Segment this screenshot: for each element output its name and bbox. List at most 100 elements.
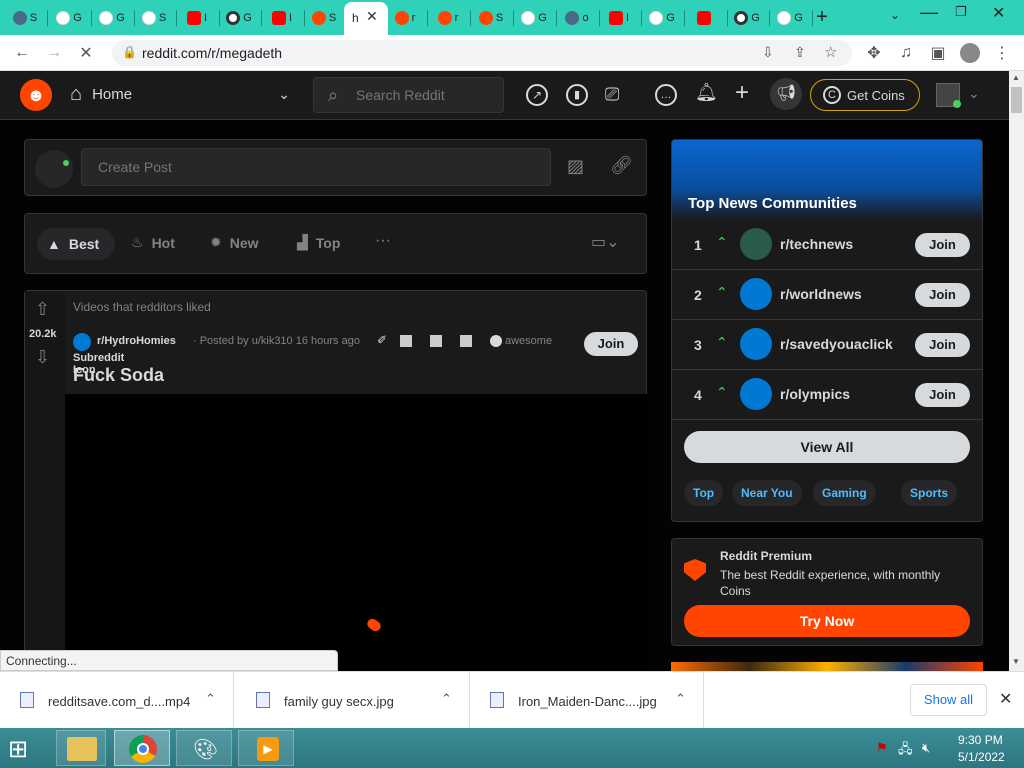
join-button[interactable]: Join (584, 332, 638, 356)
search-box[interactable]: ⌕ (313, 77, 504, 113)
image-upload-icon[interactable]: ▨ (567, 156, 584, 177)
browser-tab[interactable]: S (137, 5, 171, 31)
restore-window-button[interactable]: ❐ (955, 4, 967, 20)
download-item[interactable]: family guy secx.jpg ⌃ (236, 672, 470, 729)
forward-arrow-icon[interactable]: → (42, 41, 66, 65)
chevron-up-icon[interactable]: ⌃ (205, 691, 216, 707)
browser-tab[interactable]: G (645, 5, 679, 31)
community-row[interactable]: 2 ⌃ r/worldnews Join (672, 270, 982, 320)
community-row[interactable]: 4 ⌃ r/olympics Join (672, 370, 982, 420)
tab-search-chevron-icon[interactable]: ⌄ (890, 8, 900, 22)
page-scrollbar[interactable]: ▲ ▼ (1009, 71, 1024, 671)
chrome-menu-icon[interactable]: ⋮ (990, 41, 1014, 65)
post-title[interactable]: Fuck Soda (73, 365, 164, 386)
community-join-button[interactable]: Join (915, 333, 970, 357)
scroll-up-arrow-icon[interactable]: ▲ (1012, 73, 1020, 82)
sort-hot-tab[interactable]: ♨ Hot (131, 234, 175, 251)
view-all-button[interactable]: View All (684, 431, 970, 463)
media-player-taskbar-icon[interactable]: ▶ (238, 730, 294, 766)
reddit-live-icon[interactable]: ⎚ (605, 84, 619, 105)
browser-tab[interactable]: I (602, 5, 636, 31)
more-options-icon[interactable]: ··· (375, 232, 391, 250)
award-icon[interactable]: ✐ (377, 333, 387, 347)
share-icon[interactable]: ⇪ (794, 44, 806, 61)
side-panel-icon[interactable]: ▣ (926, 41, 950, 65)
install-app-icon[interactable]: ⇩ (762, 44, 774, 61)
user-menu-chevron-icon[interactable]: ⌄ (968, 85, 980, 102)
community-name[interactable]: r/technews (780, 236, 853, 252)
community-join-button[interactable]: Join (915, 233, 970, 257)
new-tab-button[interactable]: + (810, 5, 834, 29)
user-avatar[interactable] (936, 83, 961, 108)
media-control-icon[interactable]: ♫ (894, 41, 918, 65)
minimize-window-button[interactable]: — (920, 2, 938, 23)
browser-tab[interactable]: S (474, 5, 508, 31)
browser-tab[interactable]: G (52, 5, 86, 31)
scroll-down-arrow-icon[interactable]: ▼ (1012, 657, 1020, 666)
reddit-logo-icon[interactable]: ☻ (20, 79, 52, 111)
close-window-button[interactable]: ✕ (992, 3, 1005, 23)
link-icon[interactable]: 🔗︎ (610, 155, 633, 176)
community-name[interactable]: r/savedyouaclick (780, 336, 893, 352)
community-row[interactable]: 3 ⌃ r/savedyouaclick Join (672, 320, 982, 370)
close-tab-icon[interactable]: ✕ (366, 8, 378, 25)
clock-date[interactable]: 5/1/2022 (958, 750, 1005, 764)
browser-tab[interactable]: G (773, 5, 807, 31)
browser-tab[interactable]: r (431, 5, 465, 31)
try-now-button[interactable]: Try Now (684, 605, 970, 637)
all-stats-icon[interactable]: ▮ (566, 84, 588, 106)
home-dropdown[interactable]: ⌂ Home ⌄ (70, 83, 290, 106)
create-post-plus-icon[interactable]: + (735, 79, 749, 107)
layout-view-icon[interactable]: ▭⌄ (591, 232, 620, 252)
category-chip[interactable]: Top (684, 480, 724, 506)
subreddit-icon[interactable] (73, 333, 91, 351)
community-name[interactable]: r/olympics (780, 386, 850, 402)
search-input[interactable] (356, 85, 496, 105)
browser-tab[interactable]: G (222, 5, 256, 31)
community-join-button[interactable]: Join (915, 283, 970, 307)
back-arrow-icon[interactable]: ← (10, 41, 34, 65)
show-all-downloads-button[interactable]: Show all (910, 684, 987, 716)
close-downloads-bar-icon[interactable]: ✕ (999, 689, 1012, 709)
network-icon[interactable]: 🖧︎ (898, 740, 913, 762)
sort-best-tab[interactable]: ▲ Best (37, 228, 115, 260)
browser-tab[interactable]: G (95, 5, 129, 31)
post-meta[interactable]: · Posted by u/kik310 16 hours ago (193, 335, 360, 347)
stop-loading-icon[interactable]: ✕ (74, 41, 98, 65)
community-name[interactable]: r/worldnews (780, 286, 862, 302)
address-bar[interactable]: 🔒 reddit.com/r/megadeth ⇩ ⇪ ☆ (112, 40, 852, 66)
upvote-arrow-icon[interactable]: ⇧ (35, 299, 50, 320)
category-chip[interactable]: Gaming (813, 480, 876, 506)
file-explorer-icon[interactable] (56, 730, 106, 766)
downvote-arrow-icon[interactable]: ⇩ (35, 347, 50, 368)
browser-tab[interactable]: S (8, 5, 42, 31)
browser-tab[interactable]: r (388, 5, 422, 31)
browser-tab[interactable]: G (517, 5, 551, 31)
download-item[interactable]: Iron_Maiden-Danc....jpg ⌃ (470, 672, 704, 729)
browser-tab[interactable]: o (560, 5, 594, 31)
get-coins-button[interactable]: C Get Coins (810, 79, 920, 111)
download-item[interactable]: redditsave.com_d....mp4 ⌃ (0, 672, 234, 729)
active-tab[interactable]: h ✕ (344, 2, 388, 35)
advertise-megaphone-icon[interactable]: 📢︎ (770, 78, 802, 110)
community-row[interactable]: 1 ⌃ r/technews Join (672, 220, 982, 270)
clock-time[interactable]: 9:30 PM (958, 733, 1003, 747)
profile-avatar-icon[interactable] (960, 43, 980, 63)
sort-new-tab[interactable]: ✹ New (210, 234, 259, 251)
windows-start-icon[interactable]: ⊞ (8, 735, 28, 764)
extensions-puzzle-icon[interactable]: ✥ (862, 41, 886, 65)
browser-tab[interactable]: I (265, 5, 299, 31)
category-chip[interactable]: Sports (901, 480, 958, 506)
chevron-up-icon[interactable]: ⌃ (441, 691, 452, 707)
community-join-button[interactable]: Join (915, 383, 970, 407)
notification-bell-icon[interactable]: 🔔︎ (695, 82, 718, 103)
browser-tab[interactable]: S (307, 5, 341, 31)
video-player[interactable] (65, 394, 647, 671)
subreddit-link[interactable]: r/HydroHomies (97, 335, 176, 347)
chat-icon[interactable]: … (655, 84, 677, 106)
volume-muted-icon[interactable]: 🔇︎ (922, 740, 930, 756)
category-chip[interactable]: Near You (732, 480, 802, 506)
browser-tab[interactable]: I (180, 5, 214, 31)
browser-tab[interactable] (688, 5, 722, 31)
create-post-input[interactable] (81, 148, 551, 186)
